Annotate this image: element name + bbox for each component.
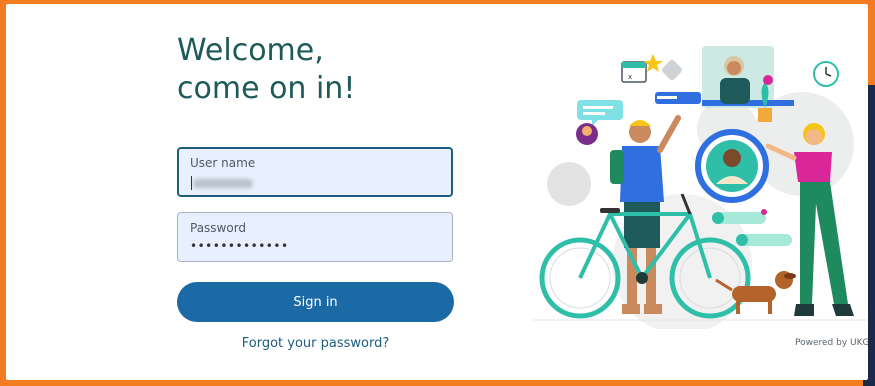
welcome-heading: Welcome, come on in!	[177, 32, 355, 108]
username-label: User name	[190, 156, 256, 170]
username-value-redacted	[193, 179, 253, 188]
welcome-heading-line2: come on in!	[177, 71, 356, 106]
powered-by-text: Powered by UKG	[795, 338, 868, 348]
chat-bubble-icon	[577, 100, 623, 126]
password-value: •••••••••••••	[190, 239, 289, 253]
welcome-illustration: x	[532, 46, 868, 329]
password-field[interactable]: Password •••••••••••••	[177, 212, 453, 262]
welcome-heading-line1: Welcome,	[177, 33, 324, 68]
text-caret	[191, 176, 192, 190]
clock-icon	[813, 61, 839, 87]
login-card: Welcome, come on in! User name Password …	[6, 4, 868, 380]
svg-text:x: x	[628, 73, 632, 81]
password-label: Password	[190, 221, 247, 235]
forgot-password-link[interactable]: Forgot your password?	[177, 336, 454, 351]
username-field[interactable]: User name	[177, 147, 453, 197]
calendar-icon: x	[621, 61, 647, 83]
sign-in-button[interactable]: Sign in	[177, 282, 454, 322]
